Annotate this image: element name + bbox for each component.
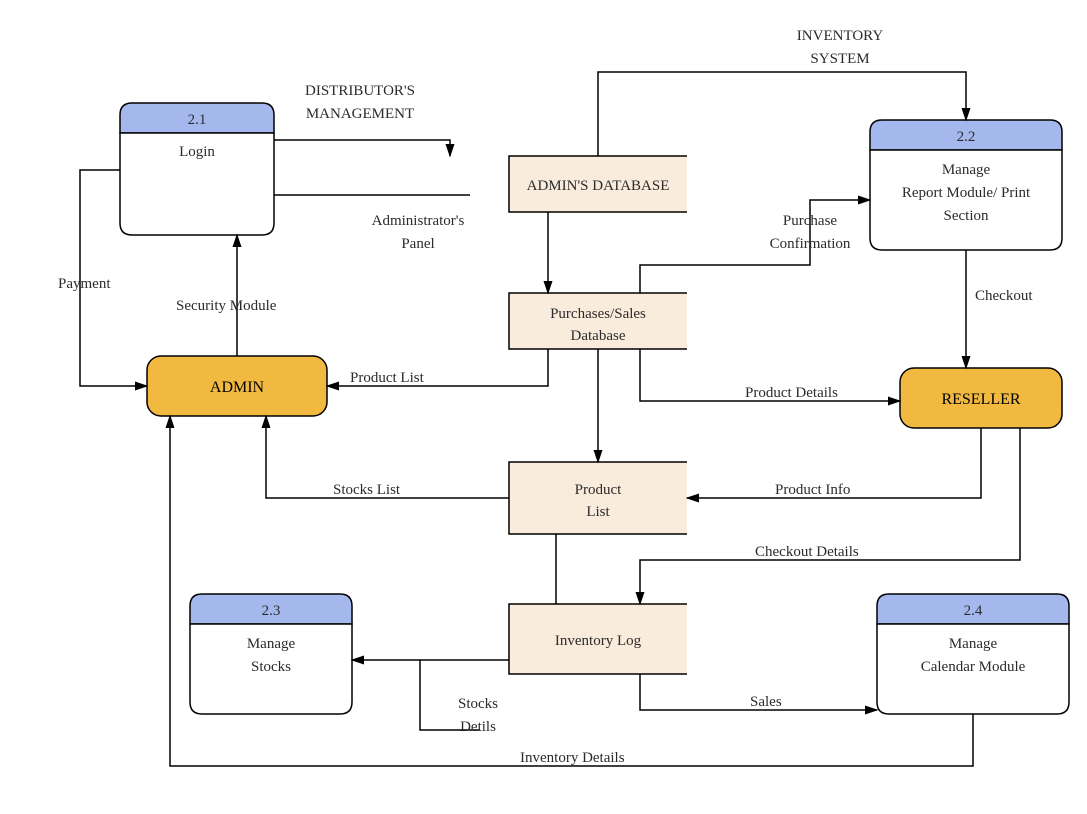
label-sales: Sales bbox=[750, 694, 782, 710]
flow-inventory-to-report bbox=[687, 72, 966, 120]
datastore-ps-label-1: Purchases/Sales bbox=[550, 306, 646, 322]
flow-purchase-conf bbox=[687, 200, 870, 265]
flow-checkout-details bbox=[640, 428, 1020, 604]
label-admin-panel-1: Administrator's bbox=[372, 213, 465, 229]
label-payment: Payment bbox=[58, 276, 111, 292]
process-login: 2.1 Login bbox=[120, 103, 274, 235]
label-admin-panel-2: Panel bbox=[401, 236, 434, 252]
datastore-pl-label-2: List bbox=[586, 504, 610, 520]
header-distributors-2: MANAGEMENT bbox=[306, 106, 414, 122]
process-calendar: 2.4 Manage Calendar Module bbox=[877, 594, 1069, 714]
label-stocks-det-2: Detils bbox=[460, 719, 496, 735]
process-login-label: Login bbox=[179, 144, 215, 160]
datastore-inventory-log: Inventory Log bbox=[509, 604, 687, 674]
header-inventory-1: INVENTORY bbox=[797, 28, 884, 44]
datastore-purchases-sales: Purchases/Sales Database bbox=[509, 293, 687, 349]
datastore-inv-log-label: Inventory Log bbox=[555, 633, 642, 649]
process-report-label-1: Manage bbox=[942, 162, 991, 178]
label-product-list: Product List bbox=[350, 370, 425, 386]
header-inventory-2: SYSTEM bbox=[810, 51, 869, 67]
flow-ps-up bbox=[640, 265, 687, 293]
entity-admin-label: ADMIN bbox=[210, 379, 265, 396]
label-product-details: Product Details bbox=[745, 385, 838, 401]
label-product-info: Product Info bbox=[775, 482, 850, 498]
process-calendar-label-1: Manage bbox=[949, 636, 998, 652]
datastore-admins-db-label: ADMIN'S DATABASE bbox=[527, 178, 670, 194]
flow-adminsdb-up bbox=[598, 72, 687, 156]
datastore-ps-label-2: Database bbox=[571, 328, 626, 344]
process-report-number: 2.2 bbox=[957, 129, 976, 145]
datastore-admins-db: ADMIN'S DATABASE bbox=[509, 156, 687, 212]
process-report: 2.2 Manage Report Module/ Print Section bbox=[870, 120, 1062, 250]
datastore-product-list: Product List bbox=[509, 462, 687, 534]
label-purch-conf-1: Purchase bbox=[783, 213, 837, 229]
label-stocks-list: Stocks List bbox=[333, 482, 401, 498]
label-inv-details: Inventory Details bbox=[520, 750, 625, 766]
dfd-diagram: 2.1 Login 2.2 Manage Report Module/ Prin… bbox=[0, 0, 1087, 814]
label-checkout-details: Checkout Details bbox=[755, 544, 859, 560]
label-stocks-det-1: Stocks bbox=[458, 696, 498, 712]
datastore-pl-label-1: Product bbox=[575, 482, 622, 498]
process-stocks-label-1: Manage bbox=[247, 636, 296, 652]
process-stocks-number: 2.3 bbox=[262, 603, 281, 619]
label-purch-conf-2: Confirmation bbox=[770, 236, 851, 252]
process-report-label-3: Section bbox=[944, 208, 989, 224]
label-checkout: Checkout bbox=[975, 288, 1033, 304]
label-security: Security Module bbox=[176, 298, 277, 314]
entity-reseller-label: RESELLER bbox=[941, 391, 1020, 408]
process-stocks: 2.3 Manage Stocks bbox=[190, 594, 352, 714]
flow-login-to-adminsdb bbox=[274, 140, 450, 156]
process-login-number: 2.1 bbox=[188, 112, 207, 128]
process-report-label-2: Report Module/ Print bbox=[902, 185, 1031, 201]
process-calendar-number: 2.4 bbox=[964, 603, 983, 619]
header-distributors-1: DISTRIBUTOR'S bbox=[305, 83, 415, 99]
process-calendar-label-2: Calendar Module bbox=[921, 659, 1026, 675]
process-stocks-label-2: Stocks bbox=[251, 659, 291, 675]
